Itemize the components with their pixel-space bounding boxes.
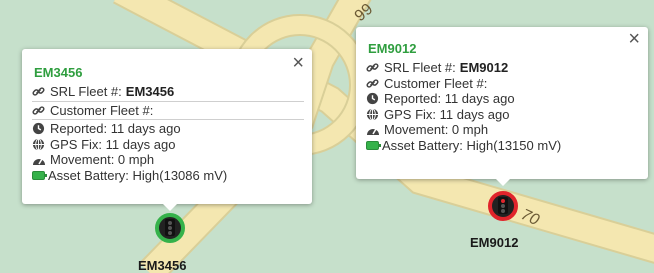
link-icon — [366, 77, 384, 90]
speedometer-icon — [32, 154, 50, 166]
clock-icon — [366, 92, 384, 105]
srl-fleet-label: SRL Fleet #: — [384, 60, 456, 76]
globe-icon — [366, 108, 384, 121]
battery-text: Asset Battery: High(13086 mV) — [48, 167, 228, 183]
reported-row: Reported: 11 days ago — [32, 121, 304, 137]
popup-title[interactable]: EM3456 — [34, 65, 82, 80]
link-icon — [32, 85, 50, 98]
globe-icon — [32, 138, 50, 151]
reported-text: Reported: 11 days ago — [50, 121, 181, 137]
customer-fleet-row: Customer Fleet #: — [32, 103, 304, 119]
vehicle-marker-em3456[interactable] — [155, 213, 185, 243]
battery-icon — [32, 170, 48, 180]
vehicle-marker-em9012[interactable] — [488, 191, 518, 221]
link-icon — [366, 61, 384, 74]
popup-title[interactable]: EM9012 — [368, 41, 416, 56]
reported-text: Reported: 11 days ago — [384, 91, 515, 107]
srl-fleet-value: EM9012 — [459, 60, 509, 76]
movement-row: Movement: 0 mph — [32, 152, 304, 168]
asset-popup-em9012: EM9012 SRL Fleet #:EM9012 Customer Fleet… — [356, 27, 648, 179]
close-button[interactable] — [628, 29, 640, 49]
srl-fleet-label: SRL Fleet #: — [50, 84, 122, 100]
customer-fleet-label: Customer Fleet #: — [50, 102, 154, 118]
marker-label-em3456: EM3456 — [138, 258, 187, 273]
popup-pointer — [163, 204, 177, 211]
srl-fleet-row: SRL Fleet #: EM9012 — [366, 60, 640, 76]
battery-row: Asset Battery: High(13086 mV) — [32, 168, 304, 184]
battery-icon — [366, 140, 382, 150]
srl-fleet-value: EM3456 — [125, 84, 175, 100]
battery-row: Asset Battery: High(13150 mV) — [366, 138, 640, 154]
battery-text: Asset Battery: High(13150 mV) — [382, 137, 562, 153]
gps-fix-row: GPS Fix: 11 days ago — [32, 137, 304, 153]
gps-fix-text: GPS Fix: 11 days ago — [384, 106, 510, 122]
customer-fleet-label: Customer Fleet #: — [384, 75, 488, 91]
movement-text: Movement: 0 mph — [384, 122, 489, 138]
popup-pointer — [496, 179, 510, 186]
srl-fleet-row: SRL Fleet #: EM3456 — [32, 84, 304, 100]
link-icon — [32, 104, 50, 117]
reported-row: Reported: 11 days ago — [366, 91, 640, 107]
gps-fix-row: GPS Fix: 11 days ago — [366, 107, 640, 123]
speedometer-icon — [366, 124, 384, 136]
marker-label-em9012: EM9012 — [470, 235, 519, 250]
asset-popup-em3456: EM3456 SRL Fleet #:EM3456 Customer Fleet… — [22, 49, 312, 204]
close-button[interactable] — [292, 53, 304, 73]
clock-icon — [32, 122, 50, 135]
customer-fleet-row: Customer Fleet #: — [366, 76, 640, 92]
movement-row: Movement: 0 mph — [366, 122, 640, 138]
movement-text: Movement: 0 mph — [50, 152, 155, 168]
gps-fix-text: GPS Fix: 11 days ago — [50, 136, 176, 152]
